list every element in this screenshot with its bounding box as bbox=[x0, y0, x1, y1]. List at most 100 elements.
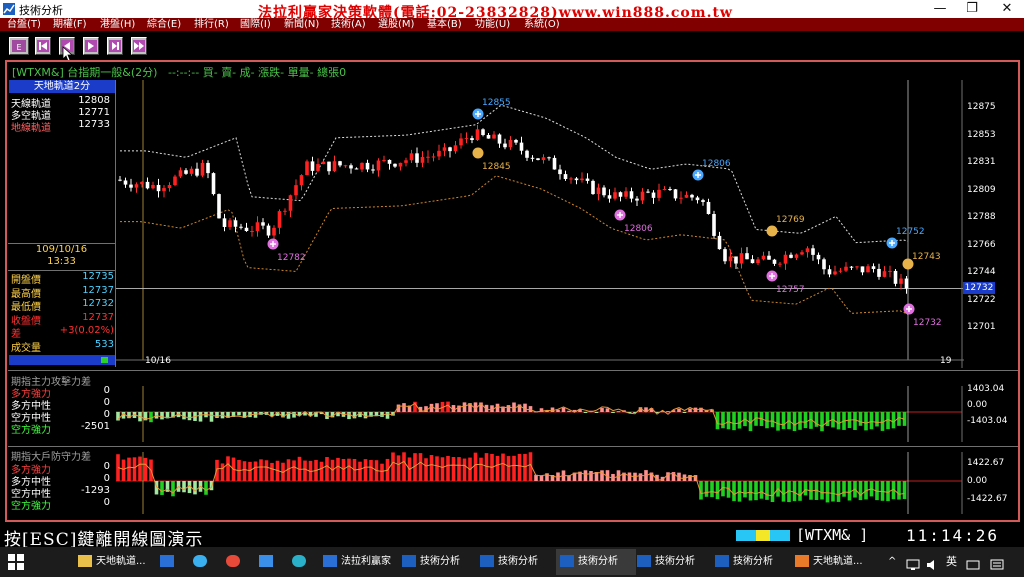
tray-chevron[interactable]: ^ bbox=[888, 549, 900, 575]
histogram-bar bbox=[732, 481, 736, 502]
candle-body bbox=[833, 271, 837, 275]
taskbar-item[interactable]: 技術分析 bbox=[637, 549, 695, 575]
chrome-icon bbox=[226, 555, 240, 567]
histogram-bar bbox=[682, 412, 687, 413]
taskbar-item[interactable] bbox=[226, 549, 250, 575]
menu-item[interactable]: 排行(R) bbox=[194, 18, 229, 31]
candle-body bbox=[129, 184, 133, 188]
x-label-end: 19 bbox=[940, 356, 952, 366]
taskbar-item[interactable]: 法拉利贏家 bbox=[323, 549, 391, 575]
candle-body bbox=[519, 142, 524, 151]
menu-item[interactable]: 港盤(H) bbox=[100, 18, 135, 31]
candle-body bbox=[734, 256, 738, 264]
candle-body bbox=[728, 256, 733, 262]
maximize-button[interactable]: ❐ bbox=[957, 0, 987, 18]
menu-item[interactable]: 系統(O) bbox=[524, 18, 560, 31]
histogram-bar bbox=[237, 412, 241, 416]
histogram-bar bbox=[479, 457, 483, 481]
histogram-bar bbox=[402, 403, 406, 412]
candle-body bbox=[723, 249, 727, 262]
volume-icon[interactable] bbox=[926, 556, 940, 570]
histogram-bar bbox=[495, 403, 500, 412]
taskbar-item[interactable]: 天地軌道... bbox=[795, 549, 863, 575]
histogram-bar bbox=[418, 453, 423, 481]
histogram-bar bbox=[198, 412, 203, 422]
histogram-bar bbox=[875, 412, 879, 427]
menu-item[interactable]: 國際(I) bbox=[240, 18, 271, 31]
histogram-bar bbox=[776, 412, 780, 431]
histogram-bar bbox=[264, 460, 269, 481]
taskbar-item[interactable] bbox=[193, 549, 217, 575]
chart-app-icon bbox=[560, 555, 574, 567]
histogram-bar bbox=[589, 471, 593, 481]
menu-item[interactable]: 綜合(E) bbox=[147, 18, 181, 31]
histogram-bar bbox=[424, 458, 428, 481]
histogram-bar bbox=[380, 463, 384, 481]
first-button[interactable] bbox=[35, 37, 51, 55]
mid-marker-icon bbox=[472, 147, 484, 159]
histogram-bar bbox=[160, 481, 164, 495]
candle-body bbox=[800, 252, 804, 255]
histogram-bar bbox=[836, 481, 841, 502]
histogram-bar bbox=[798, 412, 802, 430]
candle-body bbox=[536, 158, 540, 160]
menu-item[interactable]: 功能(U) bbox=[475, 18, 510, 31]
force-value: -1293 bbox=[80, 485, 110, 496]
quote-value: 533 bbox=[94, 338, 114, 350]
candle-body bbox=[783, 254, 788, 264]
notification-icon[interactable] bbox=[990, 556, 1004, 570]
candle-body bbox=[123, 180, 128, 185]
taskbar-item[interactable]: 技術分析 bbox=[402, 549, 460, 575]
candle-body bbox=[695, 197, 700, 201]
windows-start-icon[interactable] bbox=[8, 554, 24, 570]
menu-item[interactable]: 選股(M) bbox=[378, 18, 414, 31]
candle-body bbox=[811, 248, 815, 255]
menu-item[interactable]: 技術(A) bbox=[331, 18, 366, 31]
taskbar-item[interactable]: 天地軌道... bbox=[78, 549, 146, 575]
histogram-bar bbox=[259, 459, 263, 481]
histogram-bar bbox=[605, 408, 610, 412]
y-tick-label: 1403.04 bbox=[967, 384, 1005, 394]
menu-item[interactable]: 基本(B) bbox=[427, 18, 462, 31]
histogram-bar bbox=[429, 455, 434, 481]
force-value: 0 bbox=[103, 397, 110, 408]
candle-body bbox=[690, 194, 694, 198]
y-tick-label: -1403.04 bbox=[967, 416, 1008, 426]
candle-body bbox=[635, 198, 639, 201]
play-button[interactable] bbox=[83, 37, 99, 55]
taskbar-item[interactable] bbox=[259, 549, 283, 575]
taskbar-item[interactable] bbox=[292, 549, 316, 575]
candle-body bbox=[305, 161, 309, 176]
low-marker-icon bbox=[903, 303, 915, 315]
taskbar-item[interactable]: 技術分析 bbox=[556, 549, 636, 575]
menu-item[interactable]: 台盤(T) bbox=[7, 18, 41, 31]
histogram-bar bbox=[792, 481, 797, 502]
menu-item[interactable]: 新聞(N) bbox=[284, 18, 319, 31]
histogram-bar bbox=[880, 481, 885, 501]
progress-indicator bbox=[101, 357, 108, 363]
ime-indicator[interactable]: 英 bbox=[946, 549, 960, 575]
histogram-bar bbox=[253, 412, 258, 418]
ferrari-app-icon bbox=[323, 555, 337, 567]
taskbar-item[interactable]: 技術分析 bbox=[480, 549, 538, 575]
histogram-bar bbox=[869, 412, 874, 430]
candle-body bbox=[778, 263, 782, 265]
y-tick-label: 12809 bbox=[967, 184, 996, 195]
network-icon[interactable] bbox=[906, 556, 920, 570]
esc-button[interactable]: E bbox=[9, 37, 29, 55]
menu-item[interactable]: 期權(F) bbox=[53, 18, 87, 31]
taskbar-item[interactable] bbox=[160, 549, 184, 575]
low-marker-icon bbox=[614, 209, 626, 221]
last-button[interactable] bbox=[131, 37, 147, 55]
candle-body bbox=[574, 178, 579, 181]
divider bbox=[8, 446, 1018, 447]
candle-body bbox=[662, 189, 667, 191]
force-value: -2501 bbox=[80, 421, 110, 432]
close-button[interactable]: ✕ bbox=[992, 0, 1022, 18]
minimize-button[interactable]: — bbox=[925, 0, 955, 18]
taskbar-item[interactable]: 技術分析 bbox=[715, 549, 773, 575]
candle-body bbox=[288, 195, 293, 211]
next-button[interactable] bbox=[107, 37, 123, 55]
histogram-bar bbox=[743, 481, 747, 498]
keyboard-icon[interactable] bbox=[966, 556, 980, 570]
